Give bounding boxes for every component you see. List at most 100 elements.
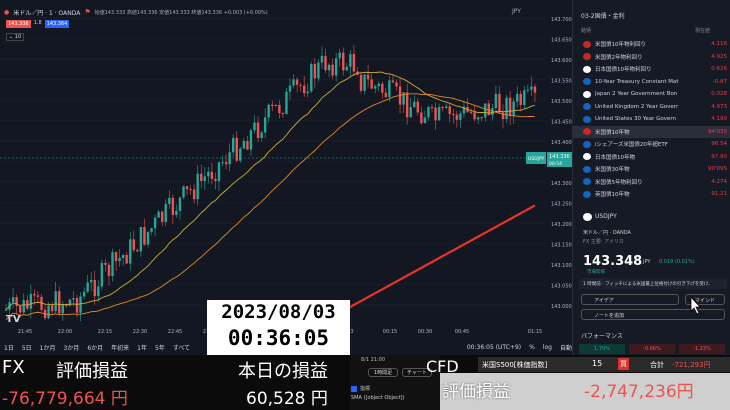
buy-button[interactable]: 143.364 — [44, 20, 70, 28]
perf-cell-2: -0.66% — [629, 344, 675, 354]
watchlist-row[interactable]: 米国債2年物利回り 4.925 — [573, 51, 730, 63]
candle-body — [342, 52, 345, 71]
range-button[interactable]: 1年 — [137, 343, 147, 352]
candle-body — [505, 97, 508, 120]
mini-interval-button[interactable]: 1時間足 — [368, 368, 398, 377]
watchlist-row[interactable]: United States 30 Year Govern 4.199 — [573, 113, 730, 125]
cfd-pl-value: -2,747,236円 — [584, 382, 694, 402]
watchlist-row[interactable]: 英国債10年物 91.21 — [573, 188, 730, 200]
candle-body — [445, 106, 448, 108]
watchlist-value: 0.626 — [711, 66, 727, 72]
candle-body — [207, 171, 210, 177]
candle-body — [196, 173, 199, 200]
watchlist-row[interactable]: United Kingdom 2 Year Goverr 4.973 — [573, 101, 730, 113]
scale-toggle[interactable]: 自動 — [560, 343, 572, 352]
price-tick: 143.600 — [551, 58, 572, 64]
bookmark-icon[interactable]: ⚑ — [84, 8, 90, 16]
range-button[interactable]: 6か月 — [87, 343, 103, 352]
candle-body — [189, 189, 192, 191]
watchlist: 米国債10年物利回り 4.116 米国債2年物利回り 4.925 日本国債10年物利回り… — [573, 38, 730, 208]
watchlist-row[interactable]: 米国債10年物利回り 4.116 — [573, 38, 730, 50]
candle-body — [125, 254, 128, 264]
watchlist-row[interactable]: 10-Year Treasury Constant Mat -0.87 — [573, 76, 730, 88]
price-tick: 143.550 — [551, 79, 572, 85]
detail-name: 米ドル／円 · OANDA — [583, 230, 631, 236]
time-tick: 01:15 — [528, 329, 542, 335]
fx-label: FX — [2, 357, 25, 378]
news-item[interactable]: 1 時間前 · フィッチによる米国最上位格付けの引き下げを受け、 — [579, 278, 727, 289]
watchlist-symbol: 米国債2年物利回り — [595, 54, 643, 61]
candle-body — [473, 112, 476, 120]
candle-body — [61, 304, 64, 314]
price-chart[interactable]: 143.700143.650143.600143.550143.500143.4… — [0, 0, 572, 340]
candle-body — [139, 227, 143, 252]
candle-body — [210, 171, 214, 179]
flag-icon — [583, 90, 591, 98]
candle-body — [50, 305, 54, 312]
performance-title: パフォーマンス — [581, 333, 623, 340]
candle-body — [200, 173, 203, 181]
symbol-flag-icon: ● — [4, 8, 10, 16]
watchlist-symbol: 英国債10年物 — [595, 192, 630, 198]
time-tick: 21:45 — [18, 329, 32, 335]
price-tick: 143.650 — [551, 38, 572, 44]
range-button[interactable]: 5日 — [22, 343, 32, 352]
candle-body — [214, 178, 217, 182]
watchlist-title[interactable]: 03-2国債・金利 — [581, 11, 625, 20]
watchlist-symbol: 日本国債10年物 — [595, 154, 635, 161]
detail-symbol: USDJPY — [595, 213, 617, 220]
candle-body — [324, 55, 327, 71]
candle-body — [285, 91, 288, 115]
candle-body — [33, 293, 36, 296]
range-button[interactable]: 3か月 — [63, 343, 79, 352]
watchlist-symbol: United Kingdom 2 Year Goverr — [595, 103, 679, 110]
candle-body — [498, 93, 501, 113]
tradingview-logo-icon: TV — [6, 314, 21, 325]
scale-toggle[interactable]: log — [543, 344, 552, 351]
watchlist-row[interactable]: Japan 2 Year Government Bon 0.028 — [573, 88, 730, 100]
col-price: 現在値 — [695, 28, 711, 34]
detail-sub: FX 主要: アメリカ — [583, 239, 624, 245]
watchlist-row[interactable]: 米国債30年物 90'095 — [573, 163, 730, 175]
sell-button[interactable]: 143.336 — [6, 20, 31, 28]
candle-body — [430, 107, 434, 109]
idea-button[interactable]: アイデア — [581, 294, 679, 305]
watchlist-symbol: United States 30 Year Govern — [595, 116, 677, 122]
candle-body — [295, 79, 299, 85]
fx-pl-label: 評価損益 — [56, 361, 128, 382]
candle-body — [533, 86, 537, 93]
fx-pl-value: -76,779,664 円 — [2, 389, 128, 409]
watchlist-row[interactable]: iシェアーズ米国債20年超ETF 96.54 — [573, 138, 730, 150]
candle-body — [260, 132, 263, 139]
indicator-toggle[interactable]: ⌄ 10 — [6, 33, 25, 41]
candle-body — [338, 52, 341, 59]
candle-body — [242, 140, 246, 149]
add-note-button[interactable]: ノートを追加 — [581, 309, 725, 320]
candle-body — [22, 300, 25, 313]
flag-icon — [583, 165, 591, 173]
watchlist-row[interactable]: 米国債10年物 94'035 — [573, 125, 730, 138]
range-button[interactable]: 5年 — [155, 343, 165, 352]
watchlist-row[interactable]: 日本国債10年物 97.90 — [573, 151, 730, 163]
range-button[interactable]: 年初来 — [111, 343, 129, 352]
candle-body — [494, 93, 498, 109]
overlay-time: 00:36:05 — [227, 326, 330, 350]
watchlist-value: -0.87 — [712, 78, 727, 85]
watchlist-row[interactable]: 米国債5年物利回り 4.274 — [573, 176, 730, 188]
checkbox-icon[interactable] — [351, 386, 357, 392]
candle-body — [476, 117, 480, 120]
watchlist-row[interactable]: 日本国債10年物利回り 0.626 — [573, 63, 730, 75]
candle-body — [420, 112, 423, 124]
ma-line-short — [5, 71, 536, 311]
price-tick: 143.000 — [551, 304, 572, 310]
range-button[interactable]: 1か月 — [40, 343, 56, 352]
scale-toggle[interactable]: % — [529, 344, 535, 351]
candle-body — [239, 148, 242, 161]
chart-symbol[interactable]: 米ドル／円 · 1 · OANDA — [13, 8, 80, 17]
candle-body — [256, 122, 260, 139]
currency-label: JPY — [512, 8, 521, 15]
candle-body — [388, 80, 391, 98]
watchlist-value: 94'035 — [707, 128, 727, 135]
range-button[interactable]: 1日 — [4, 343, 14, 352]
range-button[interactable]: すべて — [173, 343, 190, 352]
